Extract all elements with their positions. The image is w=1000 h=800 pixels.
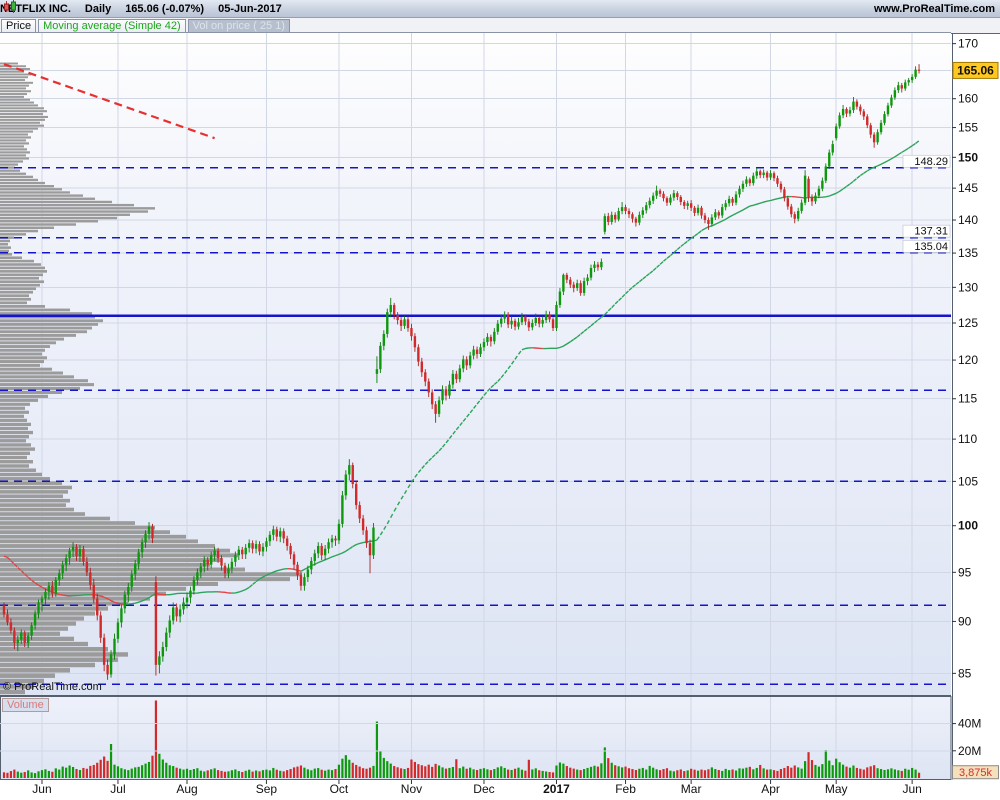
svg-text:Jul: Jul [110,782,125,796]
svg-text:85: 85 [958,666,972,680]
tab-volume[interactable]: Volume [2,698,49,712]
svg-text:Feb: Feb [615,782,636,796]
svg-text:140: 140 [958,213,978,227]
svg-text:Oct: Oct [330,782,349,796]
svg-text:100: 100 [958,519,978,533]
copyright-label: © ProRealTime.com [3,681,102,693]
svg-text:150: 150 [958,150,978,164]
svg-text:160: 160 [958,92,978,106]
time-axis[interactable]: Jun Jul Aug Sep Oct Nov Dec 2017 Feb Mar Apr May Jun [0,779,951,797]
svg-text:Aug: Aug [176,782,197,796]
svg-text:Jun: Jun [32,782,51,796]
svg-text:Mar: Mar [681,782,702,796]
svg-text:125: 125 [958,316,978,330]
svg-text:90: 90 [958,614,972,628]
svg-text:145: 145 [958,181,978,195]
svg-text:20M: 20M [958,744,981,758]
svg-text:2017: 2017 [543,782,570,796]
svg-text:Jun: Jun [902,782,921,796]
last-price-marker: 165.06 [952,61,999,79]
svg-text:135.04: 135.04 [914,241,948,253]
svg-text:137.31: 137.31 [914,226,948,238]
svg-text:Sep: Sep [256,782,278,796]
price-chart[interactable]: 85 90 95 100 105 110 115 120 125 130 135 140 145 150 1… [0,0,1000,800]
moving-average-line [3,140,920,605]
svg-text:155: 155 [958,121,978,135]
price-axis[interactable]: 85 90 95 100 105 110 115 120 125 130 135 140 145 150 1… [902,37,978,681]
svg-text:95: 95 [958,565,972,579]
prorealtime-chart-window: { "header": { "symbol": "NETFLIX INC.", … [0,0,1000,800]
svg-text:Nov: Nov [401,782,422,796]
svg-text:170: 170 [958,37,978,51]
svg-text:3,875k: 3,875k [959,767,993,779]
svg-text:120: 120 [958,353,978,367]
svg-text:40M: 40M [958,717,981,731]
svg-text:130: 130 [958,280,978,294]
svg-text:148.29: 148.29 [914,156,948,168]
svg-text:165.06: 165.06 [957,63,994,77]
svg-text:May: May [825,782,848,796]
price-levels[interactable] [0,167,951,685]
svg-text:135: 135 [958,246,978,260]
svg-text:110: 110 [958,432,977,446]
volume-bars [2,700,921,778]
svg-text:Dec: Dec [473,782,494,796]
svg-text:Apr: Apr [761,782,780,796]
svg-text:115: 115 [958,392,977,406]
svg-text:105: 105 [958,474,978,488]
